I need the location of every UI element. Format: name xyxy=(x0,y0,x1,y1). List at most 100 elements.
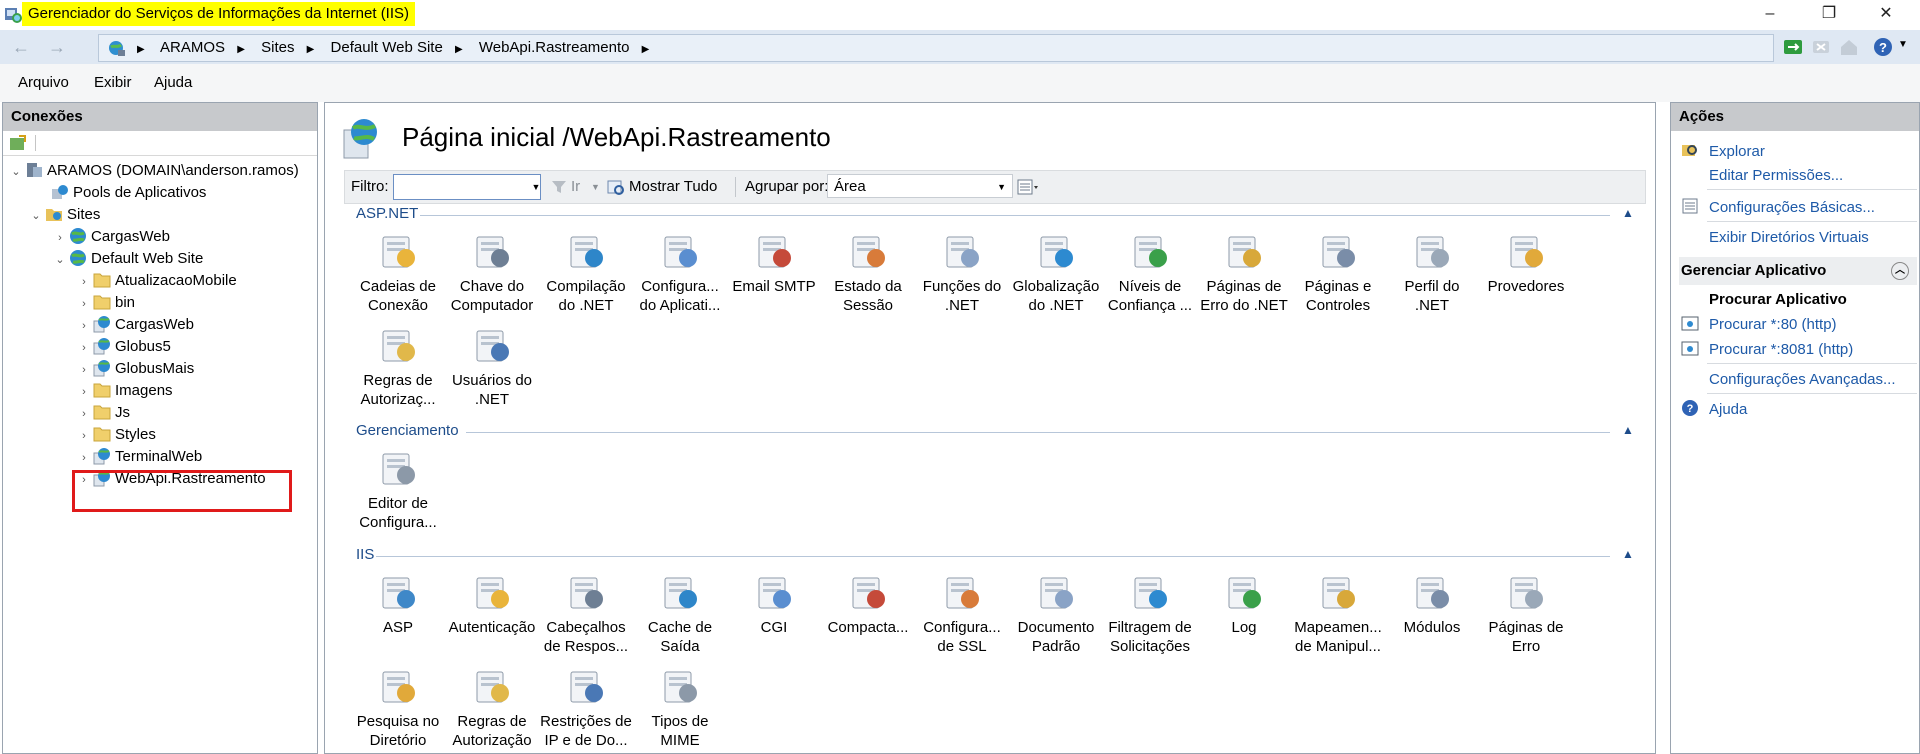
explore-link[interactable]: Explorar xyxy=(1709,143,1765,160)
feature-item[interactable]: ASP xyxy=(352,572,444,637)
feature-item[interactable]: Chave do Computador xyxy=(446,231,538,315)
basic-settings-link[interactable]: Configurações Básicas... xyxy=(1709,199,1875,216)
feature-item[interactable]: Autenticação xyxy=(446,572,538,637)
tree-node[interactable]: ⌄ Sites xyxy=(29,204,100,226)
feature-item[interactable]: Globalização do .NET xyxy=(1010,231,1102,315)
expand-toggle-icon[interactable]: › xyxy=(77,403,91,425)
crumb-aramos[interactable]: ARAMOS xyxy=(160,39,225,56)
feature-item[interactable]: Editor de Configura... xyxy=(352,448,444,532)
collapse-icon[interactable]: ︿ xyxy=(1891,262,1909,280)
tree-node[interactable]: › Styles xyxy=(77,424,156,446)
expand-toggle-icon[interactable]: ⌄ xyxy=(9,161,23,183)
breadcrumb[interactable]: ▶ ARAMOS ▶ Sites ▶ Default Web Site ▶ We… xyxy=(98,34,1774,62)
feature-item[interactable]: Funções do .NET xyxy=(916,231,1008,315)
tree-node[interactable]: › Globus5 xyxy=(77,336,171,358)
collapse-section-icon[interactable]: ▲ xyxy=(1622,423,1634,437)
expand-toggle-icon[interactable]: › xyxy=(53,227,67,249)
view-options-icon[interactable] xyxy=(1017,179,1039,195)
expand-toggle-icon[interactable]: › xyxy=(77,425,91,447)
tree-node[interactable]: › bin xyxy=(77,292,135,314)
feature-item[interactable]: Módulos xyxy=(1386,572,1478,637)
view-virtual-dirs-link[interactable]: Exibir Diretórios Virtuais xyxy=(1709,229,1869,246)
tree-node[interactable]: ⌄ Default Web Site xyxy=(53,248,203,270)
collapse-section-icon[interactable]: ▲ xyxy=(1622,547,1634,561)
crumb-sites[interactable]: Sites xyxy=(261,39,294,56)
feature-item[interactable]: Restrições de IP e de Do... xyxy=(540,666,632,750)
tree-node[interactable]: › CargasWeb xyxy=(77,314,194,336)
feature-item[interactable]: Provedores xyxy=(1480,231,1572,296)
tree-node[interactable]: › GlobusMais xyxy=(77,358,194,380)
expand-toggle-icon[interactable]: ⌄ xyxy=(53,249,67,271)
feature-item[interactable]: Configura... do Aplicati... xyxy=(634,231,726,315)
feature-item[interactable]: Configura... de SSL xyxy=(916,572,1008,656)
feature-item[interactable]: Páginas de Erro xyxy=(1480,572,1572,656)
browse-80-link[interactable]: Procurar *:80 (http) xyxy=(1709,316,1837,333)
feature-item[interactable]: Páginas de Erro do .NET xyxy=(1198,231,1290,315)
feature-item[interactable]: Cache de Saída xyxy=(634,572,726,656)
chevron-down-icon[interactable]: ▼ xyxy=(529,174,543,200)
feature-item[interactable]: Tipos de MIME xyxy=(634,666,726,750)
tree-node[interactable]: › Imagens xyxy=(77,380,172,403)
collapse-section-icon[interactable]: ▲ xyxy=(1622,206,1634,220)
feature-item[interactable]: CGI xyxy=(728,572,820,637)
menu-help[interactable]: Ajuda xyxy=(154,64,192,102)
stop-icon[interactable] xyxy=(1810,36,1832,58)
home-icon[interactable] xyxy=(1838,36,1860,58)
feature-item[interactable]: Mapeamen... de Manipul... xyxy=(1292,572,1384,656)
close-button[interactable]: ✕ xyxy=(1862,0,1910,30)
tree-node[interactable]: › AtualizacaoMobile xyxy=(77,270,237,292)
restore-button[interactable]: ❐ xyxy=(1805,0,1853,30)
chevron-down-icon[interactable]: ▼ xyxy=(591,171,600,203)
minimize-button[interactable]: – xyxy=(1746,0,1794,30)
feature-label: Autenticação xyxy=(448,619,536,636)
feature-item[interactable]: Regras de Autorizaç... xyxy=(352,325,444,409)
help-icon[interactable]: ? xyxy=(1872,36,1894,58)
feature-icon xyxy=(1228,577,1261,609)
expand-toggle-icon[interactable]: › xyxy=(77,447,91,469)
tree-node[interactable]: Pools de Aplicativos xyxy=(35,182,206,204)
feature-item[interactable]: Compilação do .NET xyxy=(540,231,632,315)
back-button[interactable]: ← xyxy=(10,37,32,57)
browse-8081-link[interactable]: Procurar *:8081 (http) xyxy=(1709,341,1853,358)
feature-item[interactable]: Email SMTP xyxy=(728,231,820,296)
refresh-icon[interactable] xyxy=(1782,36,1804,58)
tree-node[interactable]: ⌄ ARAMOS (DOMAIN\anderson.ramos) xyxy=(9,160,298,183)
show-all-button[interactable]: Mostrar Tudo xyxy=(629,171,717,203)
go-button[interactable]: Ir xyxy=(571,171,580,203)
feature-item[interactable]: Filtragem de Solicitações xyxy=(1104,572,1196,656)
feature-item[interactable]: Pesquisa no Diretório xyxy=(352,666,444,750)
edit-permissions-link[interactable]: Editar Permissões... xyxy=(1709,167,1843,184)
help-link[interactable]: Ajuda xyxy=(1709,401,1747,418)
feature-item[interactable]: Cadeias de Conexão xyxy=(352,231,444,315)
feature-item[interactable]: Documento Padrão xyxy=(1010,572,1102,656)
group-by-select[interactable]: Área ▼ xyxy=(827,174,1013,198)
menu-view[interactable]: Exibir xyxy=(94,64,132,102)
tree-node[interactable]: › TerminalWeb xyxy=(77,446,202,468)
feature-item[interactable]: Páginas e Controles xyxy=(1292,231,1384,315)
feature-item[interactable]: Estado da Sessão xyxy=(822,231,914,315)
feature-item[interactable]: Perfil do .NET xyxy=(1386,231,1478,315)
expand-toggle-icon[interactable]: › xyxy=(77,359,91,381)
expand-toggle-icon[interactable]: › xyxy=(77,271,91,293)
tree-node[interactable]: › CargasWeb xyxy=(53,226,170,248)
chevron-down-icon[interactable]: ▼ xyxy=(1898,39,1908,50)
filter-input[interactable] xyxy=(393,174,541,200)
expand-toggle-icon[interactable]: › xyxy=(77,337,91,359)
advanced-settings-link[interactable]: Configurações Avançadas... xyxy=(1709,371,1896,388)
menu-file[interactable]: Arquivo xyxy=(18,64,69,102)
feature-item[interactable]: Regras de Autorização xyxy=(446,666,538,750)
expand-toggle-icon[interactable]: › xyxy=(77,293,91,315)
feature-item[interactable]: Compacta... xyxy=(822,572,914,637)
feature-item[interactable]: Usuários do .NET xyxy=(446,325,538,409)
expand-toggle-icon[interactable]: › xyxy=(77,381,91,403)
expand-toggle-icon[interactable]: ⌄ xyxy=(29,205,43,227)
crumb-webapi[interactable]: WebApi.Rastreamento xyxy=(479,39,630,56)
feature-item[interactable]: Níveis de Confiança ... xyxy=(1104,231,1196,315)
expand-toggle-icon[interactable]: › xyxy=(77,315,91,337)
forward-button[interactable]: → xyxy=(46,37,68,57)
connect-icon[interactable] xyxy=(9,134,27,152)
crumb-default-web-site[interactable]: Default Web Site xyxy=(331,39,443,56)
feature-item[interactable]: Cabeçalhos de Respos... xyxy=(540,572,632,656)
tree-node[interactable]: › Js xyxy=(77,402,130,424)
feature-item[interactable]: Log xyxy=(1198,572,1290,637)
